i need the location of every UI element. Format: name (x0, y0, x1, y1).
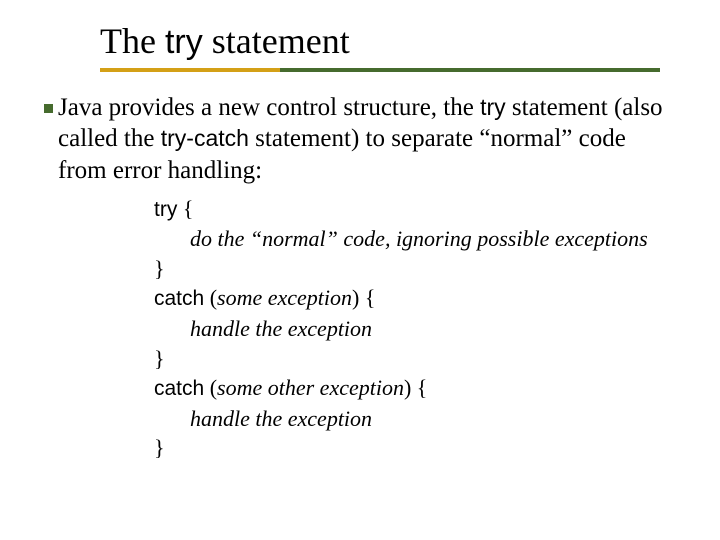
code-text: } (154, 256, 165, 281)
code-block: try { do the “normal” code, ignoring pos… (154, 194, 680, 463)
code-line: catch (some other exception) { (154, 373, 680, 403)
code-line: } (154, 254, 680, 284)
code-text: } (154, 435, 165, 460)
square-icon (44, 104, 53, 113)
code-arg: some exception (217, 285, 352, 310)
para-keyword: try-catch (161, 125, 249, 151)
code-line: catch (some exception) { (154, 283, 680, 313)
code-text: ) { (352, 285, 375, 310)
code-text: ( (204, 375, 217, 400)
code-line: handle the exception (154, 314, 680, 344)
code-text: { (177, 196, 193, 221)
code-keyword: catch (154, 377, 204, 400)
title-text-pre: The (100, 21, 165, 61)
code-text: ) { (404, 375, 427, 400)
title-text-post: statement (203, 21, 350, 61)
slide-title: The try statement (100, 20, 720, 62)
code-line: } (154, 433, 680, 463)
paragraph: Java provides a new control structure, t… (58, 92, 680, 186)
code-line: } (154, 344, 680, 374)
para-text: Java provides a new control structure, t… (58, 94, 480, 121)
title-area: The try statement (0, 0, 720, 72)
code-comment: handle the exception (190, 406, 372, 431)
code-keyword: catch (154, 287, 204, 310)
code-line: try { (154, 194, 680, 224)
bullet-icon (44, 104, 58, 113)
code-arg: some other exception (217, 375, 404, 400)
bullet-item: Java provides a new control structure, t… (44, 92, 680, 186)
code-comment: handle the exception (190, 316, 372, 341)
code-line: handle the exception (154, 404, 680, 434)
title-keyword: try (165, 23, 203, 61)
code-keyword: try (154, 198, 177, 221)
code-text: } (154, 346, 165, 371)
slide: The try statement Java provides a new co… (0, 0, 720, 540)
code-line: do the “normal” code, ignoring possible … (154, 224, 680, 254)
body-area: Java provides a new control structure, t… (0, 72, 720, 463)
code-comment: do the “normal” code, ignoring possible … (190, 226, 648, 251)
para-keyword: try (480, 94, 506, 120)
code-text: ( (204, 285, 217, 310)
